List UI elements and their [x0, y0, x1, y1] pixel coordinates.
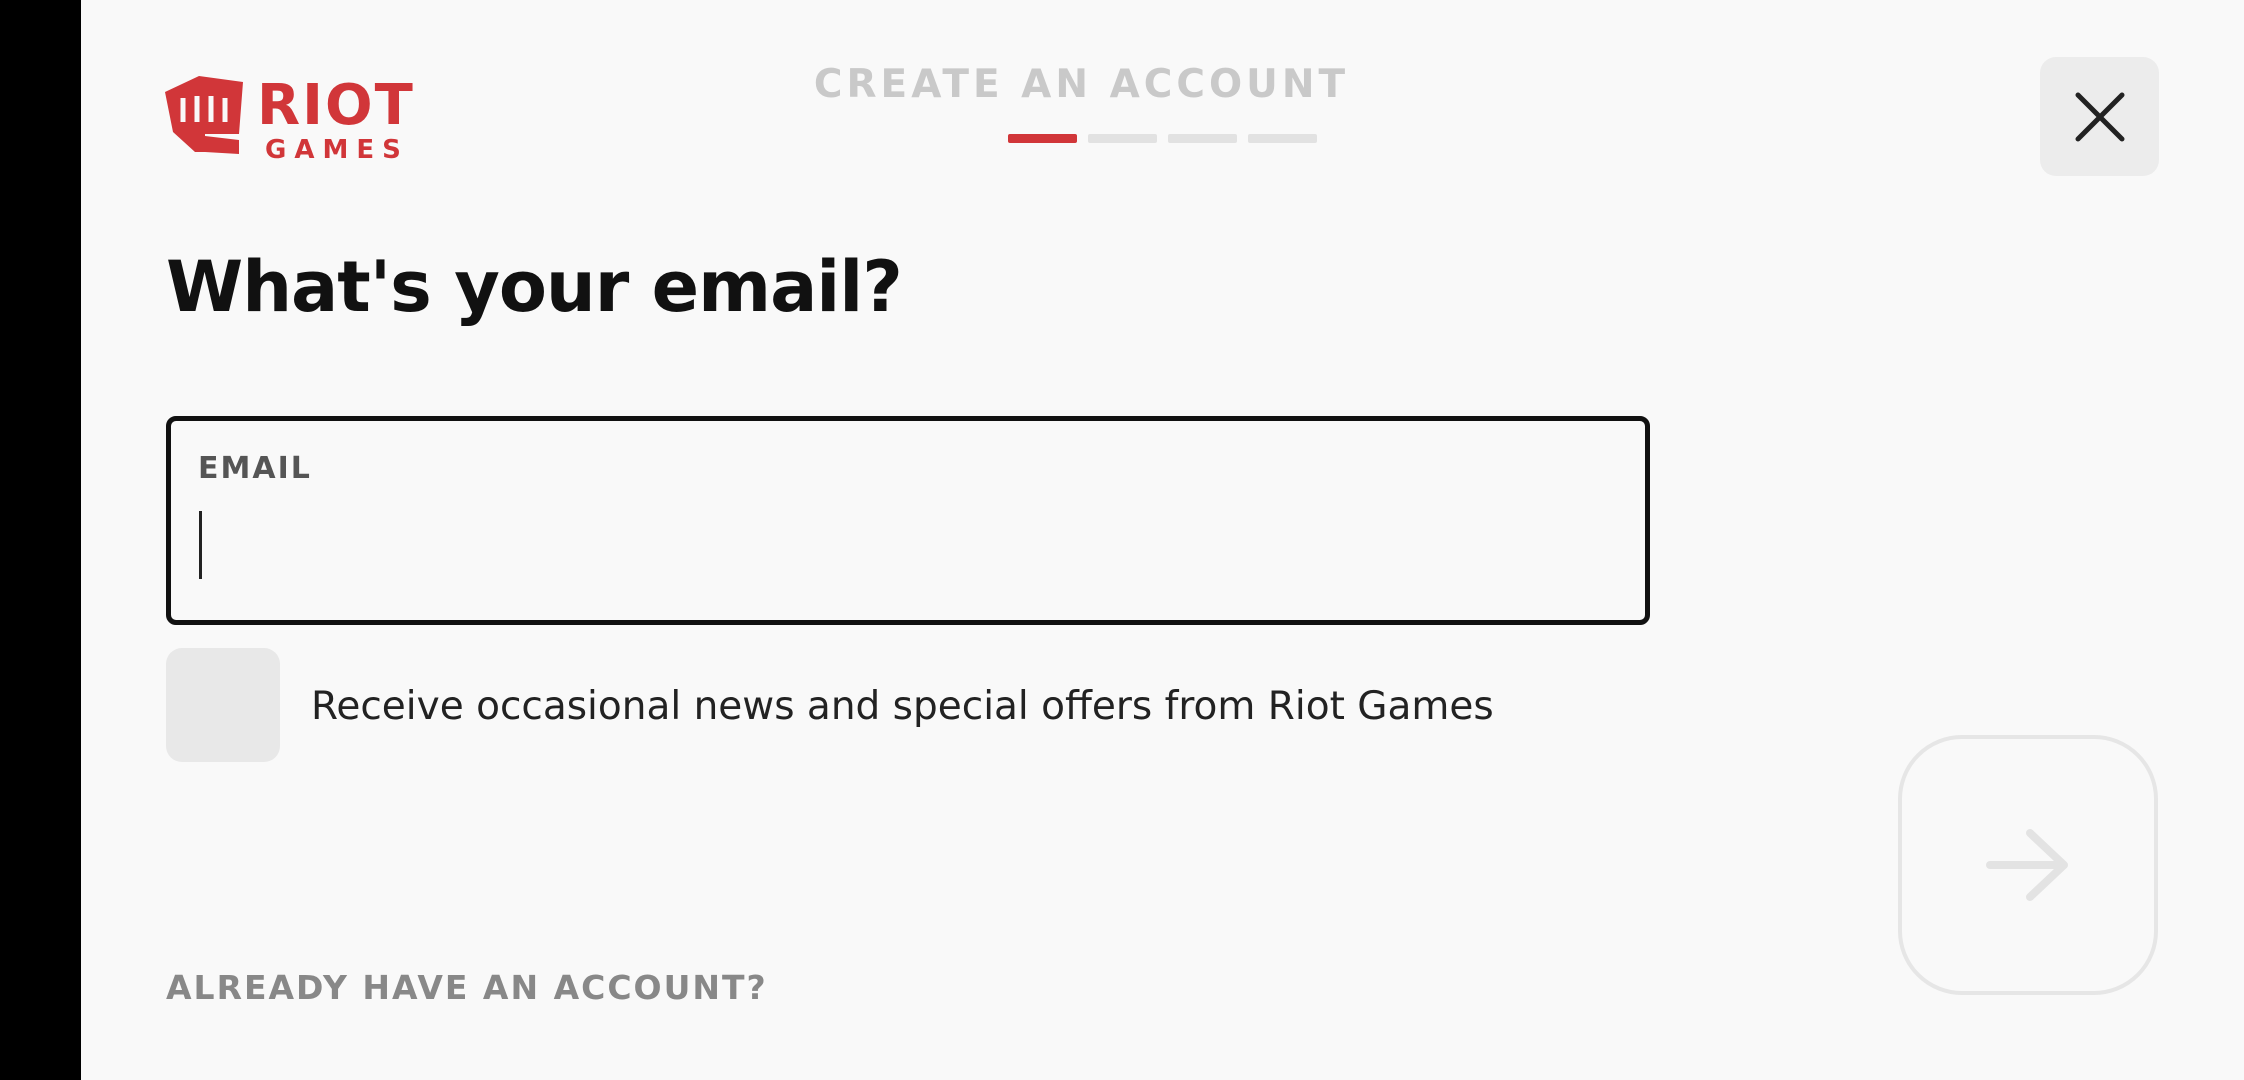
next-button[interactable]	[1898, 735, 2158, 995]
logo-text-riot: RIOT	[257, 73, 415, 138]
progress-step-3	[1168, 134, 1237, 143]
riot-games-logo: RIOT GAMES	[165, 72, 429, 165]
email-field[interactable]: EMAIL	[166, 416, 1650, 625]
email-input[interactable]	[198, 503, 1618, 573]
newsletter-checkbox-label[interactable]: Receive occasional news and special offe…	[311, 684, 1494, 729]
close-icon	[2075, 92, 2124, 141]
close-button[interactable]	[2040, 57, 2159, 176]
progress-step-4	[1248, 134, 1317, 143]
progress-indicator	[1008, 134, 1317, 143]
newsletter-checkbox[interactable]	[166, 648, 280, 762]
logo-text-games: GAMES	[265, 135, 409, 160]
page-title: What's your email?	[166, 246, 903, 328]
left-edge-bar	[0, 0, 81, 1080]
progress-step-1-active	[1008, 134, 1077, 143]
progress-step-2	[1088, 134, 1157, 143]
text-caret	[199, 511, 202, 579]
already-have-account-link[interactable]: ALREADY HAVE AN ACCOUNT?	[166, 968, 768, 1007]
email-field-label: EMAIL	[198, 451, 312, 486]
step-title: CREATE AN ACCOUNT	[813, 62, 1350, 107]
arrow-right-icon	[1986, 829, 2068, 901]
